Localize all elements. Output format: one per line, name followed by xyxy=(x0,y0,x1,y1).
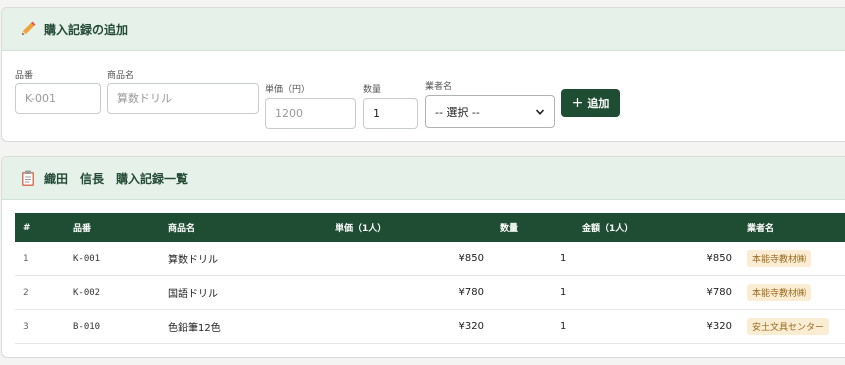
add-button-label: 追加 xyxy=(587,97,610,110)
row-amount: ¥850 xyxy=(706,253,732,264)
clipboard-icon xyxy=(19,169,37,187)
vendor-badge: 本能寺教材㈱ xyxy=(747,284,812,301)
col-price: 単価（1人） xyxy=(335,224,387,234)
col-vendor: 業者名 xyxy=(747,224,775,234)
col-qty: 数量 xyxy=(500,224,519,234)
table-row[interactable]: 2 K-002 国語ドリル ¥780 1 ¥780 本能寺教材㈱ xyxy=(15,276,845,310)
vendor-badge: 本能寺教材㈱ xyxy=(747,250,812,267)
add-button[interactable]: + 追加 xyxy=(561,89,620,117)
name-input[interactable] xyxy=(107,83,259,114)
row-code: B-010 xyxy=(73,321,101,332)
row-name: 色鉛筆12色 xyxy=(168,323,221,334)
col-code: 品番 xyxy=(73,224,92,234)
row-amount: ¥780 xyxy=(706,287,732,298)
row-name: 国語ドリル xyxy=(168,289,218,300)
row-code: K-002 xyxy=(73,287,101,298)
record-list-card: 織田 信長 購入記録一覧 # 品番 商品名 単価（1人） 数量 金額（1人） 業… xyxy=(1,156,845,358)
row-price: ¥850 xyxy=(458,253,484,264)
add-record-header: 購入記録の追加 xyxy=(2,8,845,51)
record-table: # 品番 商品名 単価（1人） 数量 金額（1人） 業者名 1 K-001 算数… xyxy=(15,213,845,344)
qty-input[interactable] xyxy=(363,98,418,129)
row-index: 3 xyxy=(23,321,29,332)
row-price: ¥320 xyxy=(458,321,484,332)
table-row[interactable]: 1 K-001 算数ドリル ¥850 1 ¥850 本能寺教材㈱ xyxy=(15,242,845,276)
row-qty: 1 xyxy=(560,287,567,298)
row-amount: ¥320 xyxy=(706,321,732,332)
vendor-label: 業者名 xyxy=(425,82,453,92)
vendor-badge: 安土文具センター xyxy=(747,318,830,335)
code-input[interactable] xyxy=(15,83,101,114)
row-index: 1 xyxy=(23,253,29,264)
row-name: 算数ドリル xyxy=(168,255,218,266)
add-record-card: 購入記録の追加 品番 商品名 単価（円） 数量 業者名 -- 選択 -- + 追… xyxy=(1,7,845,142)
code-label: 品番 xyxy=(15,71,34,81)
row-index: 2 xyxy=(23,287,29,298)
table-row[interactable]: 3 B-010 色鉛筆12色 ¥320 1 ¥320 安土文具センター xyxy=(15,310,845,344)
form-title: 購入記録の追加 xyxy=(44,22,129,37)
price-label: 単価（円） xyxy=(265,85,311,95)
vendor-select-value: -- 選択 -- xyxy=(435,105,480,119)
col-index: # xyxy=(23,222,31,233)
name-label: 商品名 xyxy=(107,71,135,81)
row-code: K-001 xyxy=(73,253,101,264)
plus-icon: + xyxy=(571,95,584,111)
qty-label: 数量 xyxy=(363,85,382,95)
row-qty: 1 xyxy=(560,321,567,332)
row-qty: 1 xyxy=(560,253,567,264)
row-price: ¥780 xyxy=(458,287,484,298)
table-header: # 品番 商品名 単価（1人） 数量 金額（1人） 業者名 xyxy=(15,213,845,242)
col-name: 商品名 xyxy=(168,224,196,234)
col-amount: 金額（1人） xyxy=(582,224,634,234)
record-list-header: 織田 信長 購入記録一覧 xyxy=(2,157,845,200)
list-title: 織田 信長 購入記録一覧 xyxy=(44,171,189,186)
chevron-down-icon xyxy=(535,107,545,117)
price-input[interactable] xyxy=(265,98,356,129)
vendor-select[interactable]: -- 選択 -- xyxy=(425,95,555,128)
pencil-icon xyxy=(19,20,37,38)
